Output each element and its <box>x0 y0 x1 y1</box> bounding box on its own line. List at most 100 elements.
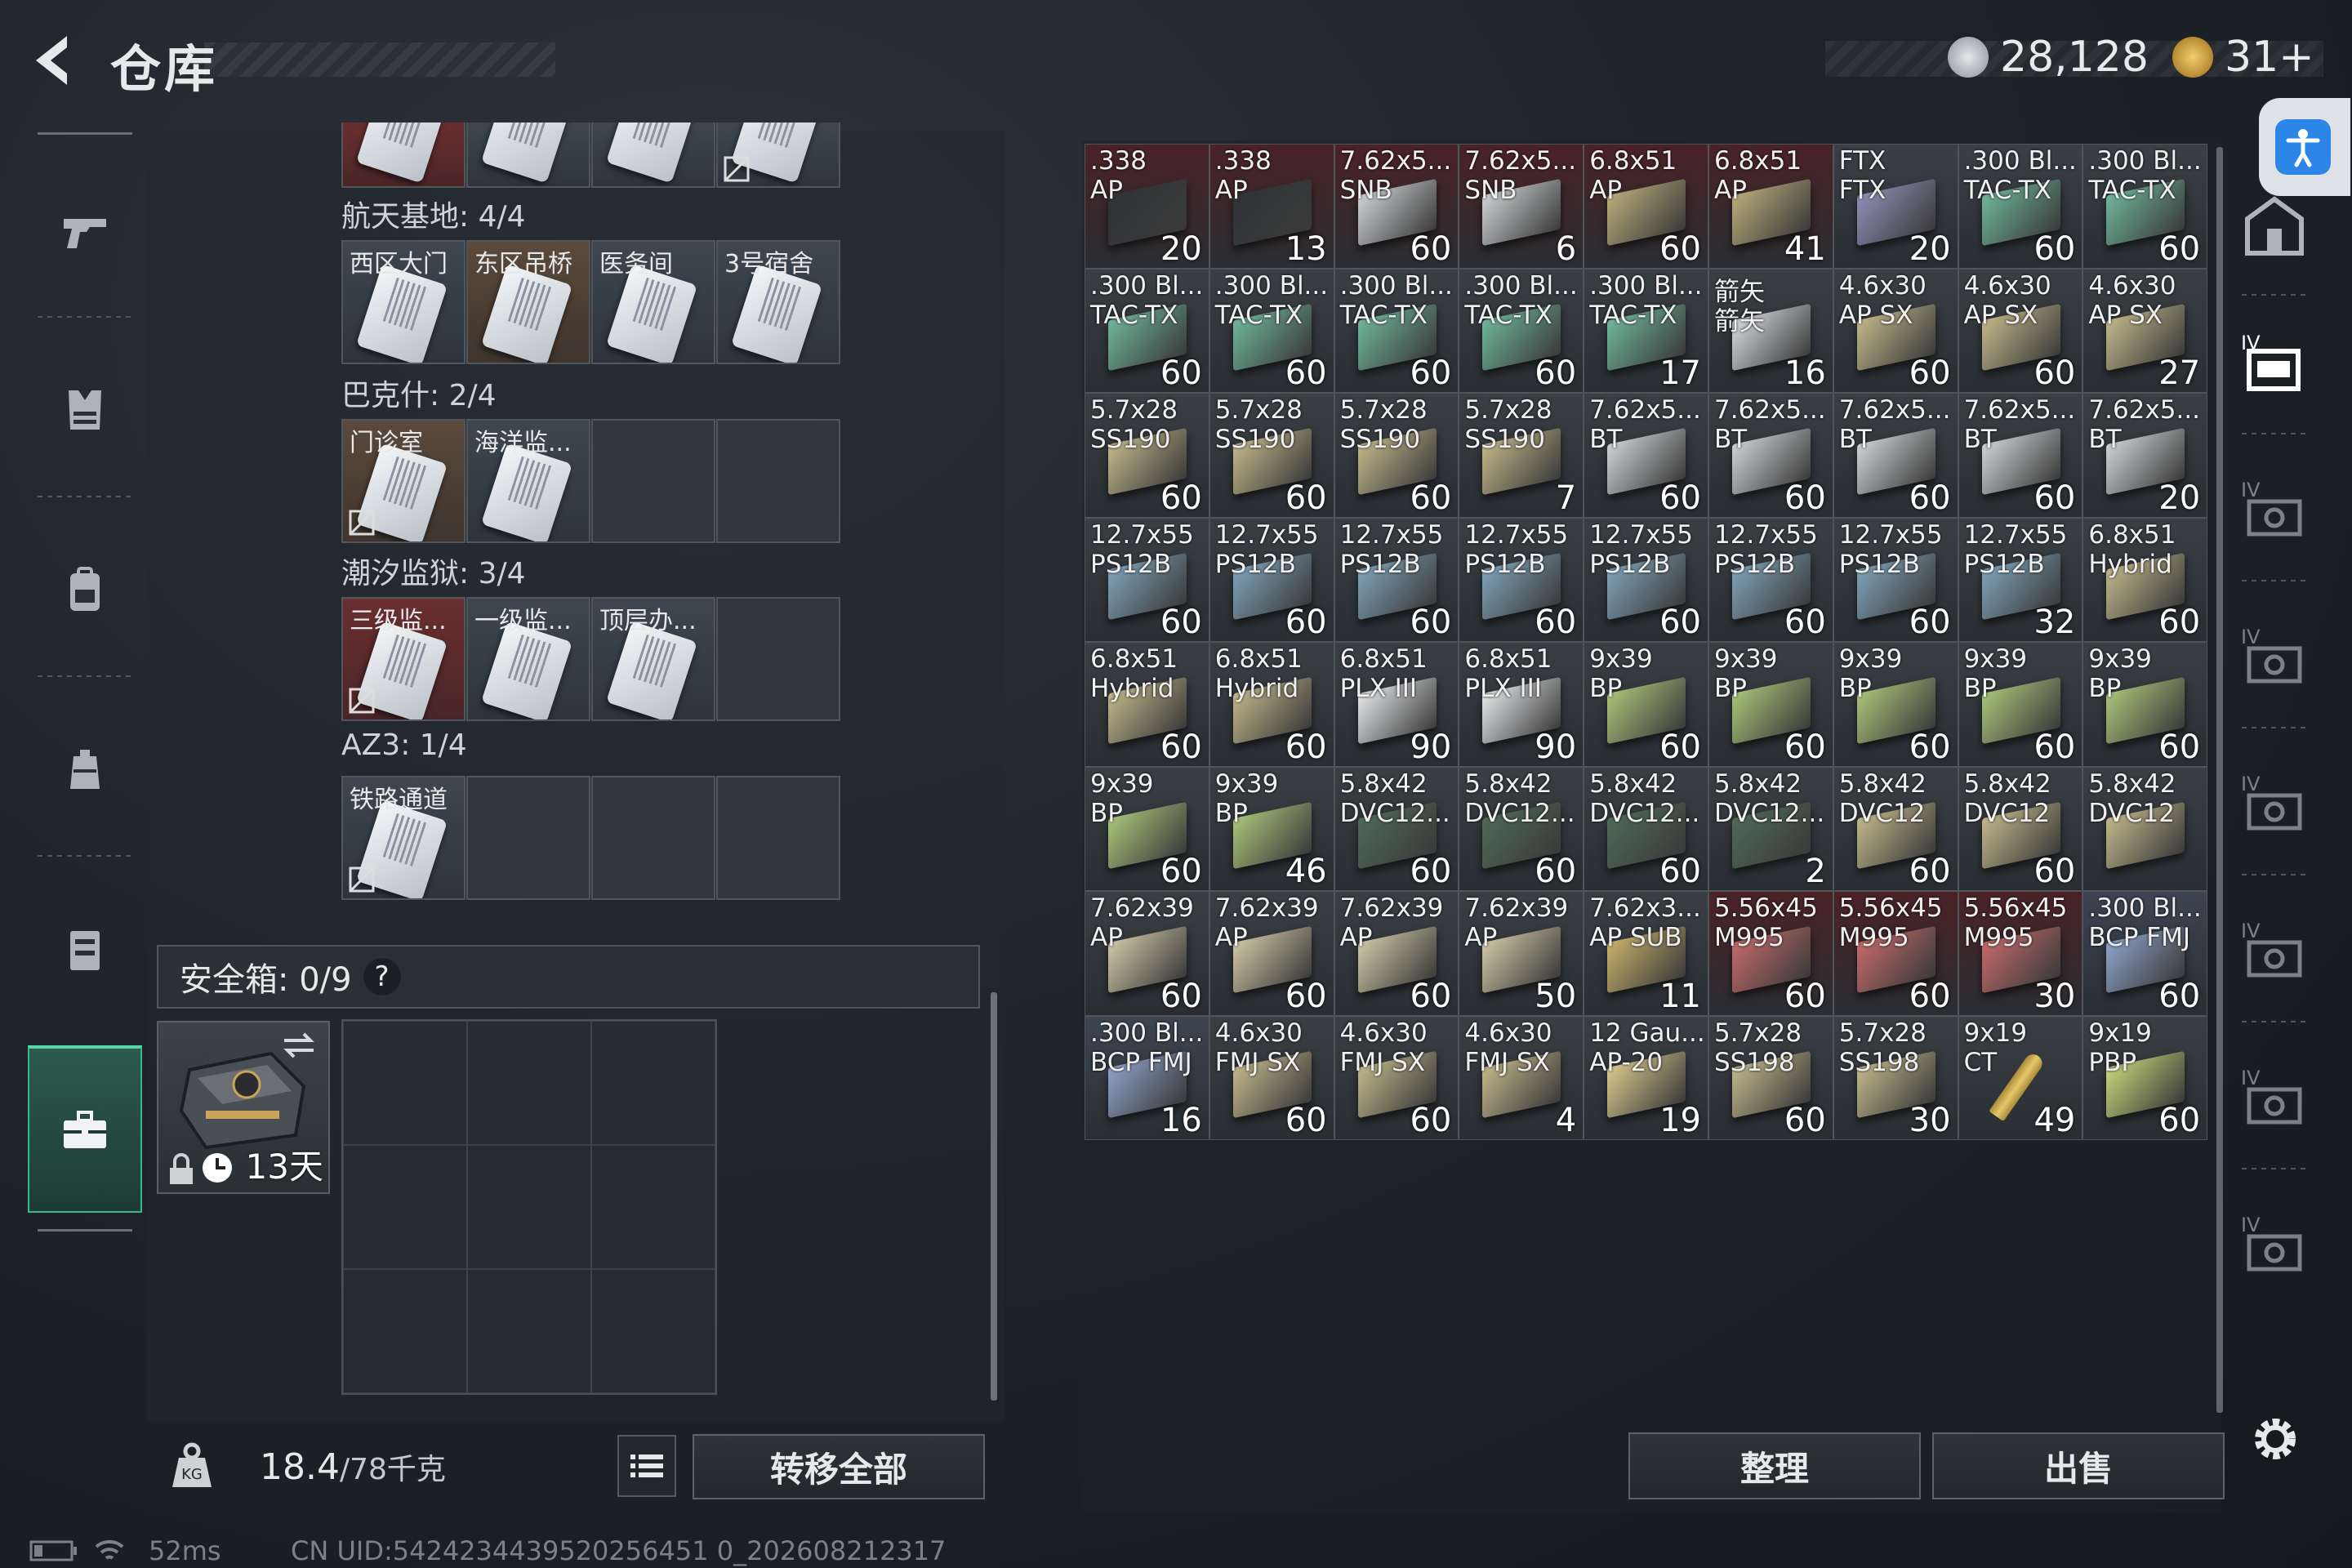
keycard-slot[interactable]: 医务间 <box>591 240 715 364</box>
nav-safe-case[interactable] <box>28 1045 142 1213</box>
ammo-item[interactable]: .338 AP 20 <box>1085 144 1209 269</box>
safe-slot[interactable] <box>467 1021 591 1145</box>
keycard-slot-partial[interactable] <box>341 122 466 188</box>
ammo-item[interactable]: 4.6x30 AP SX 60 <box>1958 268 2083 393</box>
ammo-item[interactable]: 12.7x55 PS12B 32 <box>1958 517 2083 642</box>
keycard-slot[interactable]: 海洋监... <box>466 419 590 543</box>
keycard-slot[interactable]: 门诊室 <box>341 419 466 543</box>
ammo-item[interactable]: FTX FTX 20 <box>1833 144 1958 269</box>
ammo-item[interactable]: 5.8x42 DVC12... 60 <box>1334 766 1459 891</box>
ammo-item[interactable]: 9x39 BP 60 <box>1833 642 1958 767</box>
ammo-item[interactable]: 5.7x28 SS198 60 <box>1708 1015 1833 1140</box>
ammo-item[interactable]: 6.8x51 Hybrid 60 <box>1209 642 1334 767</box>
ammo-item[interactable]: 7.62x5... BT 60 <box>1958 393 2083 518</box>
safe-slot[interactable] <box>343 1145 467 1269</box>
ammo-item[interactable]: 7.62x5... SNB 6 <box>1459 144 1584 269</box>
ammo-item[interactable]: .300 Bl... TAC-TX 60 <box>1958 144 2083 269</box>
ammo-item[interactable]: 7.62x5... BT 20 <box>2082 393 2208 518</box>
safe-box-item[interactable]: 13天 <box>157 1021 330 1194</box>
keycard-slot-empty[interactable] <box>716 419 840 543</box>
ammo-item[interactable]: .300 Bl... TAC-TX 60 <box>1459 268 1584 393</box>
ammo-item[interactable]: 7.62x3... AP SUB 11 <box>1584 891 1708 1016</box>
ammo-item[interactable]: 12.7x55 PS12B 60 <box>1584 517 1708 642</box>
nav-container[interactable] <box>28 867 142 1031</box>
keycard-slot-partial[interactable] <box>591 122 715 188</box>
ammo-item[interactable]: 6.8x51 Hybrid 60 <box>1085 642 1209 767</box>
ammo-item[interactable]: 7.62x5... BT 60 <box>1584 393 1708 518</box>
ammo-item[interactable]: 5.8x42 DVC12... 60 <box>1584 766 1708 891</box>
ammo-item[interactable]: 箭矢 箭矢 16 <box>1708 268 1833 393</box>
ammo-item[interactable]: 7.62x39 AP 60 <box>1085 891 1209 1016</box>
ammo-item[interactable]: 6.8x51 AP 41 <box>1708 144 1833 269</box>
keycard-slot[interactable]: 一级监... <box>466 597 590 721</box>
safe-slot[interactable] <box>591 1145 715 1269</box>
safe-slot[interactable] <box>343 1021 467 1145</box>
ammo-item[interactable]: .300 Bl... TAC-TX 60 <box>1334 268 1459 393</box>
weapon-case-tab-icon[interactable]: IV <box>2238 474 2311 547</box>
ammo-item[interactable]: 5.8x42 DVC12 60 <box>1958 766 2083 891</box>
ammo-item[interactable]: 7.62x5... BT 60 <box>1708 393 1833 518</box>
safe-box-grid[interactable] <box>341 1019 717 1395</box>
nav-pistol[interactable] <box>28 149 142 312</box>
ammo-item[interactable]: 9x19 PBP 60 <box>2082 1015 2208 1140</box>
swap-icon[interactable] <box>281 1031 317 1060</box>
weapon-case-tab-icon[interactable]: IV <box>2238 1062 2311 1135</box>
stash-home-icon[interactable] <box>2238 188 2311 261</box>
ammo-item[interactable]: .300 Bl... BCP FMJ 16 <box>1085 1015 1209 1140</box>
weapon-case-tab-icon[interactable]: IV <box>2238 768 2311 841</box>
ammo-item[interactable]: 12.7x55 PS12B 60 <box>1085 517 1209 642</box>
nav-backpack[interactable] <box>28 508 142 671</box>
ammo-item[interactable]: 5.8x42 DVC12... 60 <box>1459 766 1584 891</box>
ammo-case-tab-icon[interactable]: IV <box>2238 327 2311 400</box>
ammo-item[interactable]: 5.7x28 SS190 60 <box>1334 393 1459 518</box>
ammo-item[interactable]: 5.7x28 SS190 60 <box>1209 393 1334 518</box>
ammo-item[interactable]: 12.7x55 PS12B 60 <box>1209 517 1334 642</box>
nav-vest[interactable] <box>28 328 142 492</box>
keycard-slot[interactable]: 3号宿舍 <box>716 240 840 364</box>
ammo-item[interactable]: .300 Bl... TAC-TX 60 <box>2082 144 2208 269</box>
ammo-item[interactable]: 4.6x30 FMJ SX 60 <box>1334 1015 1459 1140</box>
sell-button[interactable]: 出售 <box>1932 1432 2225 1499</box>
gold-currency[interactable]: 31+ <box>2172 31 2314 83</box>
help-icon[interactable]: ? <box>363 958 401 996</box>
keycard-slot-partial[interactable] <box>466 122 590 188</box>
ammo-item[interactable]: 12 Gau... AP-20 19 <box>1584 1015 1708 1140</box>
keycard-slot-empty[interactable] <box>591 419 715 543</box>
weapon-case-tab-icon[interactable]: IV <box>2238 621 2311 694</box>
ammo-item[interactable]: 9x19 CT 49 <box>1958 1015 2083 1140</box>
ammo-item[interactable]: 6.8x51 PLX III 90 <box>1334 642 1459 767</box>
ammo-item[interactable]: 5.7x28 SS190 60 <box>1085 393 1209 518</box>
ammo-item[interactable]: 12.7x55 PS12B 60 <box>1459 517 1584 642</box>
transfer-all-button[interactable]: 转移全部 <box>693 1434 985 1499</box>
keycard-slot-empty[interactable] <box>591 776 715 900</box>
ammo-item[interactable]: 9x39 BP 60 <box>1708 642 1833 767</box>
ammo-item[interactable]: 6.8x51 PLX III 90 <box>1459 642 1584 767</box>
ammo-item[interactable]: 9x39 BP 60 <box>2082 642 2208 767</box>
sort-button[interactable]: 整理 <box>1628 1432 1921 1499</box>
keycard-slot[interactable]: 铁路通道 <box>341 776 466 900</box>
back-arrow-icon[interactable] <box>24 31 83 90</box>
list-view-button[interactable] <box>617 1435 676 1497</box>
ammo-item[interactable]: .300 Bl... TAC-TX 60 <box>1085 268 1209 393</box>
ammo-item[interactable]: 5.56x45 M995 60 <box>1833 891 1958 1016</box>
ammo-item[interactable]: 5.7x28 SS190 7 <box>1459 393 1584 518</box>
ammo-item[interactable]: 7.62x5... SNB 60 <box>1334 144 1459 269</box>
ammo-item[interactable]: 4.6x30 AP SX 60 <box>1833 268 1958 393</box>
ammo-item[interactable]: 5.56x45 M995 60 <box>1708 891 1833 1016</box>
ammo-item[interactable]: 5.56x45 M995 30 <box>1958 891 2083 1016</box>
keycard-slot-empty[interactable] <box>466 776 590 900</box>
ammo-item[interactable]: 4.6x30 FMJ SX 4 <box>1459 1015 1584 1140</box>
left-scrollbar[interactable] <box>991 992 997 1401</box>
ammo-item[interactable]: .300 Bl... TAC-TX 60 <box>1209 268 1334 393</box>
keycard-slot-partial[interactable] <box>716 122 840 188</box>
ammo-item[interactable]: 7.62x5... BT 60 <box>1833 393 1958 518</box>
ammo-item[interactable]: 12.7x55 PS12B 60 <box>1833 517 1958 642</box>
keycard-slot-empty[interactable] <box>716 776 840 900</box>
ammo-item[interactable]: .338 AP 13 <box>1209 144 1334 269</box>
ammo-item[interactable]: 9x39 BP 60 <box>1085 766 1209 891</box>
ammo-item[interactable]: 6.8x51 AP 60 <box>1584 144 1708 269</box>
ammo-item[interactable]: 5.8x42 DVC12 <box>2082 766 2208 891</box>
safe-slot[interactable] <box>467 1269 591 1393</box>
safe-slot[interactable] <box>467 1145 591 1269</box>
stash-scrollbar[interactable] <box>2216 147 2223 1413</box>
